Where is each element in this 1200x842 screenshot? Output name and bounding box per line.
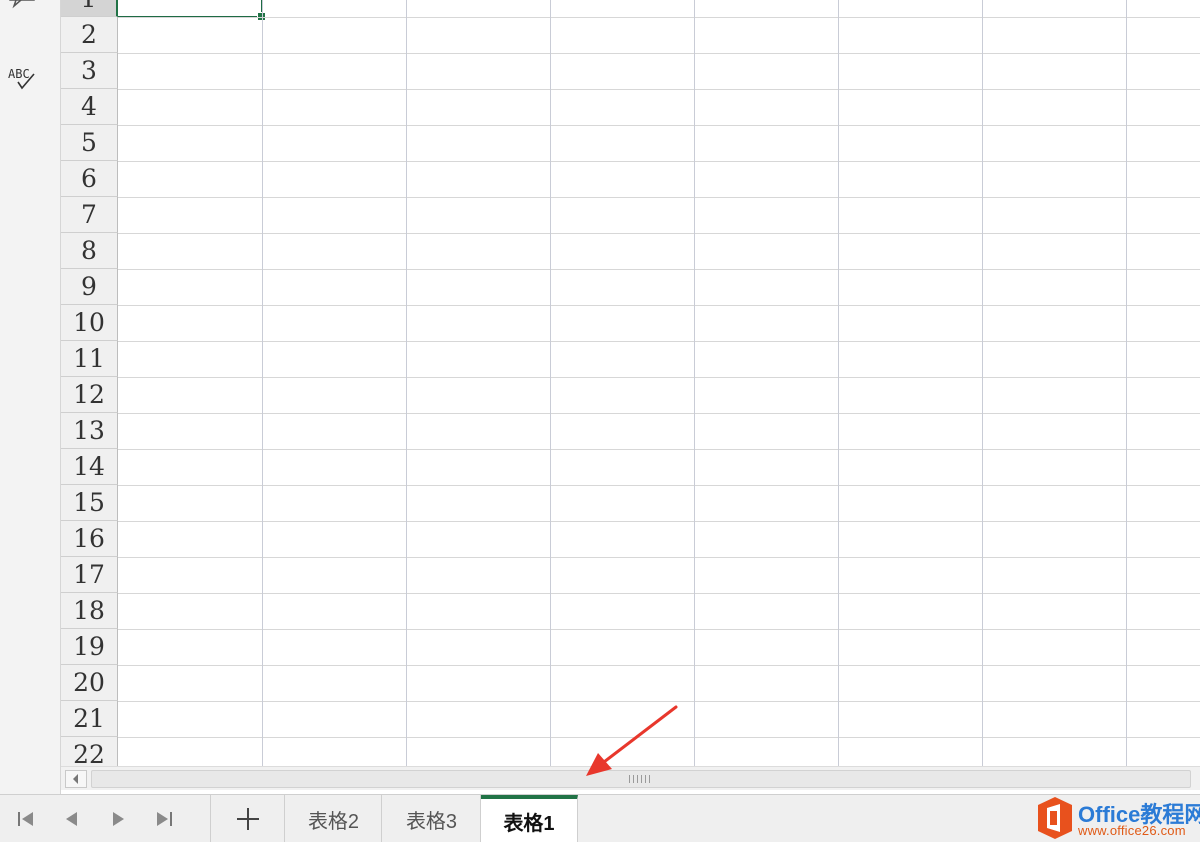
plus-icon [236,808,259,830]
row-header-2[interactable]: 2 [61,17,118,53]
row-gridline [118,53,1200,54]
row-gridline [118,377,1200,378]
cell-grid[interactable] [118,0,1200,766]
row-gridline [118,17,1200,18]
spell-check-label: ABC [8,67,30,81]
row-gridline [118,557,1200,558]
scrollbar-grip-icon [629,775,653,783]
column-gridline [550,0,551,766]
next-sheet-button[interactable] [96,795,140,842]
sheet-tab-label: 表格3 [405,810,458,833]
column-gridline [982,0,983,766]
sheet-tab-3[interactable]: 表格3 [383,795,481,842]
row-gridline [118,305,1200,306]
row-header-20[interactable]: 20 [61,665,118,701]
column-gridline [1126,0,1127,766]
add-sheet-button[interactable] [211,795,285,842]
next-sheet-icon [113,812,124,826]
horizontal-scrollbar[interactable] [61,766,1200,790]
row-gridline [118,413,1200,414]
row-header-3[interactable]: 3 [61,53,118,89]
row-header-14[interactable]: 14 [61,449,118,485]
row-gridline [118,737,1200,738]
row-gridline [118,341,1200,342]
row-header-9[interactable]: 9 [61,269,118,305]
cell-grid-area: 12345678910111213141516171819202122 [61,0,1200,766]
row-header-21[interactable]: 21 [61,701,118,737]
row-gridline [118,269,1200,270]
active-cell-a1[interactable] [118,0,263,18]
row-header-11[interactable]: 11 [61,341,118,377]
row-gridline [118,125,1200,126]
sheet-tab-1-active[interactable]: 表格1 [481,795,578,842]
row-gridline [118,593,1200,594]
row-header-10[interactable]: 10 [61,305,118,341]
column-gridline [262,0,263,766]
row-header-18[interactable]: 18 [61,593,118,629]
comment-icon[interactable] [6,0,40,10]
row-header-16[interactable]: 16 [61,521,118,557]
row-gridline [118,233,1200,234]
row-gridline [118,701,1200,702]
column-gridline [838,0,839,766]
scroll-left-icon [73,774,78,784]
last-sheet-icon [157,812,172,826]
column-gridline [406,0,407,766]
spell-check-icon[interactable]: ABC [6,62,40,96]
prev-sheet-button[interactable] [50,795,94,842]
office26-watermark: Office教程网 www.office26.com [1028,796,1200,842]
prev-sheet-icon [66,812,77,826]
row-header-1[interactable]: 1 [61,0,118,17]
row-gridline [118,449,1200,450]
row-header-22[interactable]: 22 [61,737,118,766]
first-sheet-button[interactable] [4,795,48,842]
row-gridline [118,665,1200,666]
row-header-7[interactable]: 7 [61,197,118,233]
row-header-8[interactable]: 8 [61,233,118,269]
scrollbar-thumb[interactable] [91,770,1191,788]
row-header-6[interactable]: 6 [61,161,118,197]
row-header-17[interactable]: 17 [61,557,118,593]
sheet-tab-2[interactable]: 表格2 [286,795,382,842]
row-header-13[interactable]: 13 [61,413,118,449]
watermark-url: www.office26.com [1078,823,1186,838]
sheet-tab-bar: 表格2 表格3 表格1 [0,794,1200,842]
first-sheet-icon [18,812,33,826]
row-header-5[interactable]: 5 [61,125,118,161]
sheet-tab-label: 表格1 [503,812,555,835]
row-gridline [118,521,1200,522]
column-gridline [694,0,695,766]
row-header-4[interactable]: 4 [61,89,118,125]
row-gridline [118,197,1200,198]
last-sheet-button[interactable] [142,795,186,842]
row-header-19[interactable]: 19 [61,629,118,665]
row-header-15[interactable]: 15 [61,485,118,521]
row-gridline [118,629,1200,630]
office-logo-icon [1038,797,1072,839]
row-header-12[interactable]: 12 [61,377,118,413]
sheet-tab-label: 表格2 [307,810,360,833]
row-gridline [118,89,1200,90]
scroll-left-button[interactable] [65,770,87,788]
row-gridline [118,485,1200,486]
row-gridline [118,161,1200,162]
spreadsheet-window: ABC 12345678910111213141516171819202122 [0,0,1200,842]
quick-access-strip: ABC [0,0,61,794]
